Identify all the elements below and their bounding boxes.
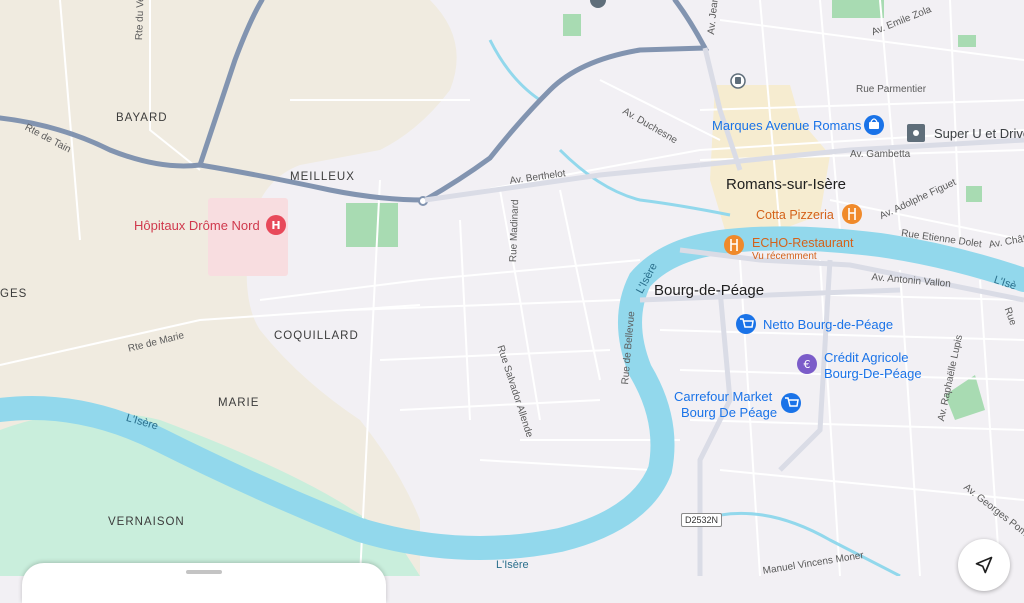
train-station-icon [730, 73, 746, 89]
euro-icon: € [797, 354, 817, 374]
park-small [832, 0, 884, 18]
svg-text:€: € [804, 358, 811, 371]
park-area [346, 203, 398, 247]
cart-icon-carrefour [781, 393, 801, 413]
hospital-area [208, 198, 288, 276]
bottom-sheet[interactable] [22, 563, 386, 603]
area-label-ges: GES [0, 288, 28, 300]
svg-text:H: H [271, 219, 280, 232]
park-small-5 [563, 14, 581, 36]
cart-icon-netto [736, 314, 756, 334]
bottom-sheet-drag-handle[interactable] [186, 570, 222, 574]
restaurant-icon-echo [724, 235, 744, 255]
poi-netto[interactable]: Netto Bourg-de-Péage [763, 317, 893, 332]
poi-super-u[interactable]: Super U et Drive [934, 126, 1024, 141]
poi-cotta-pizzeria[interactable]: Cotta Pizzeria [756, 208, 834, 222]
street-label: Av. Gambetta [850, 149, 911, 160]
poi-credit-agricole-line2[interactable]: Bourg-De-Péage [824, 366, 922, 381]
poi-carrefour-line2[interactable]: Bourg De Péage [681, 405, 777, 420]
river-label: L'Isère [496, 559, 529, 571]
area-label-coquillard: COQUILLARD [274, 330, 359, 342]
hospital-pin-icon: H [266, 215, 286, 235]
shopping-bag-icon [864, 115, 884, 135]
area-label-meilleux: MEILLEUX [290, 171, 355, 183]
poi-echo-recent: Vu récemment [752, 251, 817, 262]
my-location-button[interactable] [958, 539, 1010, 591]
area-label-bayard: BAYARD [116, 112, 168, 124]
park-small-2 [958, 35, 976, 47]
street-label: Rue Madinard [508, 199, 522, 263]
navigation-arrow-icon [975, 556, 993, 574]
street-label: Rue Parmentier [856, 84, 927, 95]
road-shield-d2532n: D2532N [681, 513, 723, 527]
area-label-marie: MARIE [218, 397, 260, 409]
poi-hospital[interactable]: Hôpitaux Drôme Nord [134, 218, 260, 233]
area-label-vernaison: VERNAISON [108, 516, 185, 528]
poi-credit-agricole-line1[interactable]: Crédit Agricole [824, 350, 909, 365]
city-label-romans[interactable]: Romans-sur-Isère [726, 176, 846, 193]
poi-carrefour-line1[interactable]: Carrefour Market [674, 389, 772, 404]
city-label-bourg[interactable]: Bourg-de-Péage [654, 282, 764, 299]
poi-marques-avenue[interactable]: Marques Avenue Romans [712, 118, 861, 133]
poi-echo-restaurant[interactable]: ECHO-Restaurant [752, 236, 853, 250]
store-icon [907, 124, 925, 142]
restaurant-icon-cotta [842, 204, 862, 224]
park-small-3 [966, 186, 982, 202]
